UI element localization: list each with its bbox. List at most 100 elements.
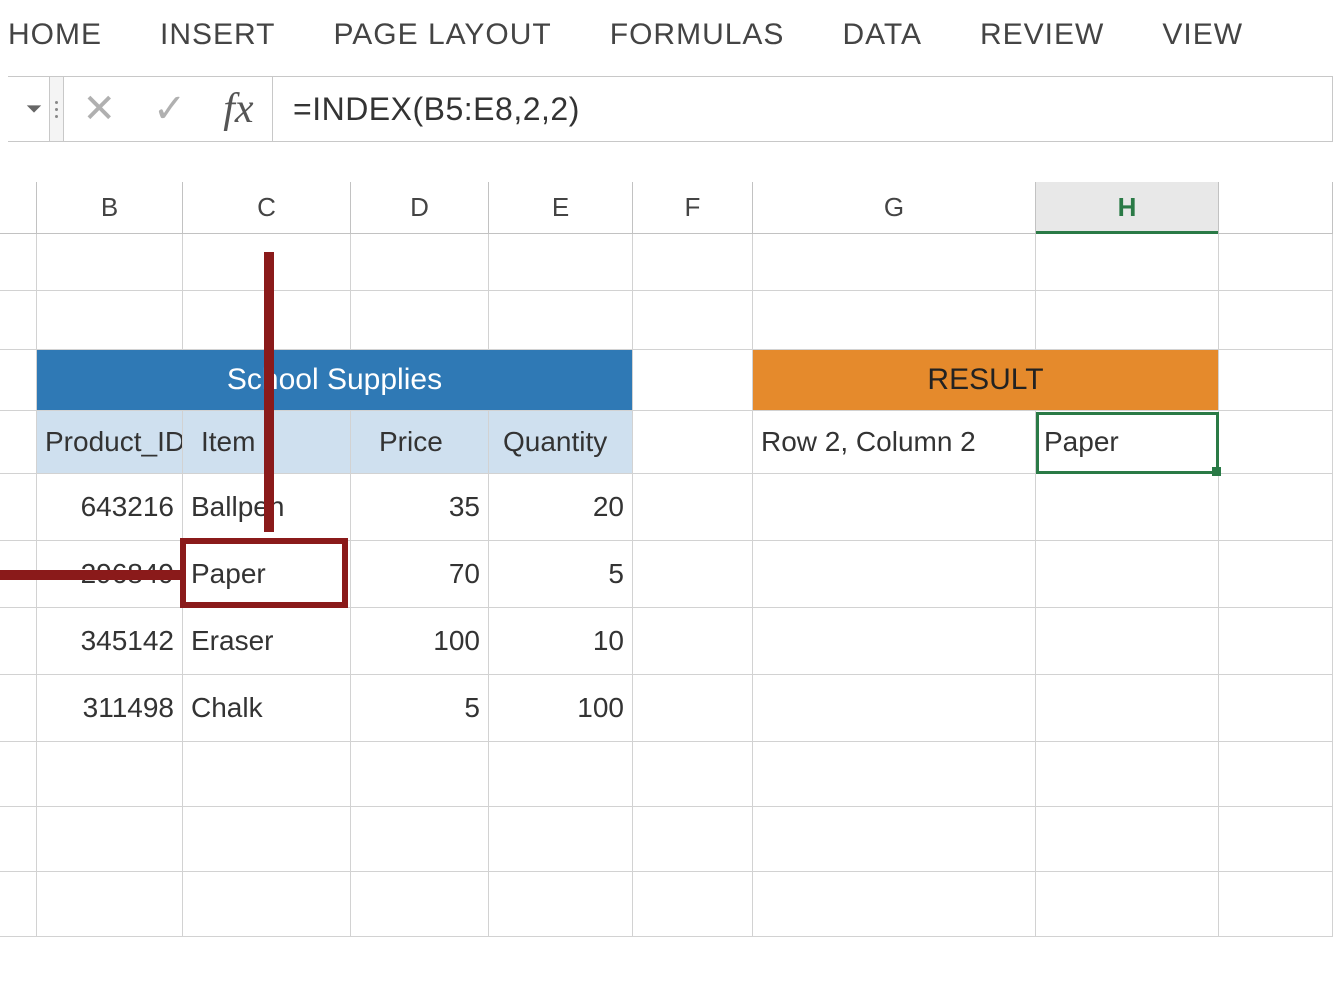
tab-home[interactable]: HOME	[8, 18, 102, 52]
result-title[interactable]: RESULT	[753, 350, 1219, 410]
cell[interactable]	[1036, 474, 1219, 540]
cell[interactable]: 5	[489, 541, 633, 607]
tab-review[interactable]: REVIEW	[980, 18, 1104, 52]
cell[interactable]	[1219, 234, 1333, 290]
cell[interactable]	[183, 807, 351, 871]
cell[interactable]	[0, 608, 37, 674]
cell[interactable]	[489, 807, 633, 871]
fx-button[interactable]: fx	[223, 85, 253, 133]
cell[interactable]: 20	[489, 474, 633, 540]
cell[interactable]	[351, 872, 489, 936]
cell[interactable]	[633, 608, 753, 674]
cell[interactable]	[633, 350, 753, 410]
tab-page-layout[interactable]: PAGE LAYOUT	[333, 18, 551, 52]
cell[interactable]	[633, 474, 753, 540]
cell[interactable]	[753, 541, 1036, 607]
cell[interactable]	[0, 291, 37, 349]
cell[interactable]	[183, 291, 351, 349]
formula-input[interactable]: =INDEX(B5:E8,2,2)	[273, 77, 1332, 141]
cell[interactable]: 345142	[37, 608, 183, 674]
header-product-id[interactable]: Product_ID	[37, 411, 183, 473]
col-header-i[interactable]	[1219, 182, 1333, 233]
cell[interactable]: 100	[489, 675, 633, 741]
cell[interactable]	[1219, 742, 1333, 806]
col-header-stub[interactable]	[0, 182, 37, 233]
cell[interactable]	[0, 675, 37, 741]
cell[interactable]	[37, 742, 183, 806]
cell[interactable]: 643216	[37, 474, 183, 540]
cell[interactable]	[489, 872, 633, 936]
cell[interactable]	[0, 742, 37, 806]
cell[interactable]	[1036, 807, 1219, 871]
cell[interactable]	[1036, 541, 1219, 607]
cell[interactable]: 5	[351, 675, 489, 741]
cell[interactable]	[633, 541, 753, 607]
cell[interactable]	[1219, 350, 1333, 410]
cell[interactable]	[0, 872, 37, 936]
cell[interactable]	[37, 234, 183, 290]
cell[interactable]	[753, 742, 1036, 806]
cell[interactable]	[0, 474, 37, 540]
cell[interactable]: 10	[489, 608, 633, 674]
col-header-f[interactable]: F	[633, 182, 753, 233]
cell[interactable]: 100	[351, 608, 489, 674]
col-header-g[interactable]: G	[753, 182, 1036, 233]
cell[interactable]	[1036, 291, 1219, 349]
cell[interactable]	[753, 474, 1036, 540]
cell[interactable]	[183, 234, 351, 290]
cell[interactable]: Paper	[183, 541, 351, 607]
cell[interactable]	[753, 608, 1036, 674]
cell[interactable]	[1036, 872, 1219, 936]
school-supplies-title[interactable]: School Supplies	[37, 350, 633, 410]
cell[interactable]	[489, 291, 633, 349]
cell[interactable]	[1219, 807, 1333, 871]
cell[interactable]	[0, 541, 37, 607]
cell[interactable]	[753, 675, 1036, 741]
cell[interactable]	[633, 872, 753, 936]
header-quantity[interactable]: Quantity	[489, 411, 633, 473]
cell[interactable]	[1219, 872, 1333, 936]
col-header-b[interactable]: B	[37, 182, 183, 233]
cell[interactable]	[183, 872, 351, 936]
tab-formulas[interactable]: FORMULAS	[610, 18, 785, 52]
tab-view[interactable]: VIEW	[1162, 18, 1243, 52]
col-header-c[interactable]: C	[183, 182, 351, 233]
cell[interactable]	[0, 807, 37, 871]
cell[interactable]	[489, 742, 633, 806]
cell[interactable]	[633, 291, 753, 349]
name-box-dropdown[interactable]	[8, 77, 50, 141]
cell[interactable]: 35	[351, 474, 489, 540]
cell[interactable]	[183, 742, 351, 806]
cell[interactable]	[633, 234, 753, 290]
col-header-h[interactable]: H	[1036, 182, 1219, 233]
cell[interactable]	[37, 807, 183, 871]
cell[interactable]	[1036, 608, 1219, 674]
result-value[interactable]: Paper	[1036, 411, 1219, 473]
col-header-e[interactable]: E	[489, 182, 633, 233]
cell[interactable]	[1219, 291, 1333, 349]
cell[interactable]	[1036, 675, 1219, 741]
cell[interactable]	[633, 807, 753, 871]
header-price[interactable]: Price	[351, 411, 489, 473]
cell[interactable]	[1219, 675, 1333, 741]
enter-button[interactable]: ✓	[153, 86, 187, 132]
cell[interactable]	[489, 234, 633, 290]
cell[interactable]: Ballpen	[183, 474, 351, 540]
cell[interactable]	[351, 742, 489, 806]
cell[interactable]	[1219, 474, 1333, 540]
cell[interactable]	[0, 411, 37, 473]
cell[interactable]	[753, 234, 1036, 290]
cell[interactable]: Chalk	[183, 675, 351, 741]
cell[interactable]	[1036, 234, 1219, 290]
cell[interactable]	[1219, 541, 1333, 607]
cell[interactable]	[37, 291, 183, 349]
cell[interactable]: Eraser	[183, 608, 351, 674]
tab-insert[interactable]: INSERT	[160, 18, 275, 52]
cell[interactable]	[1219, 608, 1333, 674]
cell[interactable]	[1219, 411, 1333, 473]
cell[interactable]: 70	[351, 541, 489, 607]
cell[interactable]: 311498	[37, 675, 183, 741]
cell[interactable]	[351, 234, 489, 290]
cell[interactable]	[753, 872, 1036, 936]
header-item[interactable]: Item	[183, 411, 351, 473]
